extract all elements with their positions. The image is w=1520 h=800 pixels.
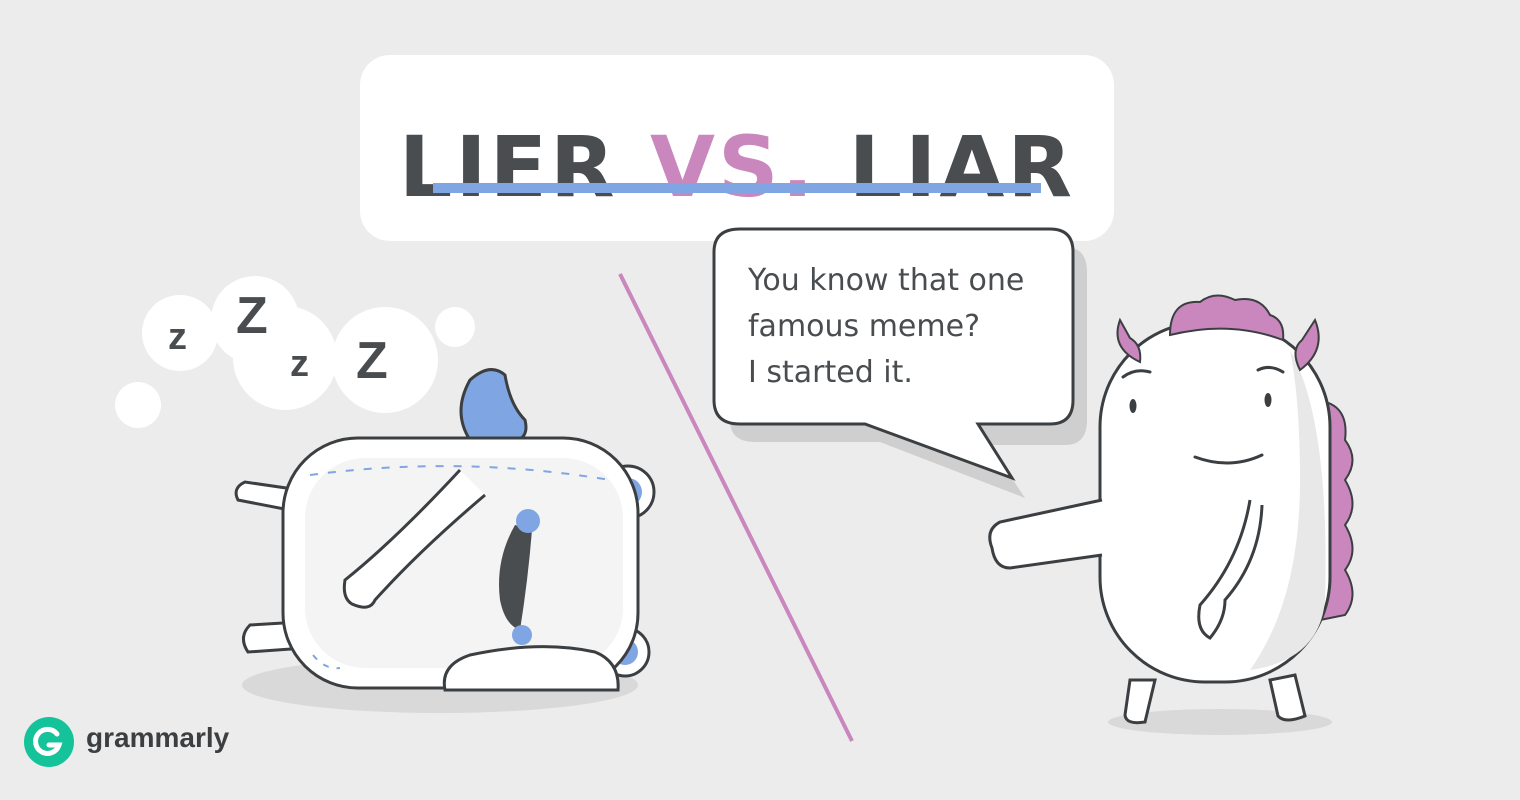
speech-line-1: You know that one bbox=[748, 263, 1025, 298]
sleep-letter-1: z bbox=[168, 316, 187, 358]
brand-name: grammarly bbox=[86, 722, 230, 753]
sleep-letter-3: z bbox=[290, 343, 309, 385]
scene-artwork bbox=[115, 227, 1354, 742]
sleep-letter-2: Z bbox=[236, 287, 268, 345]
speech-line-2: famous meme? bbox=[748, 309, 980, 344]
grammarly-logo-icon bbox=[24, 717, 74, 767]
sleep-letter-4: Z bbox=[356, 332, 388, 390]
sleeping-monster bbox=[234, 368, 656, 713]
speech-text: You know that one famous meme? I started… bbox=[748, 258, 1058, 396]
illustration-canvas: LIER VS. LIAR You know that one famous m… bbox=[0, 0, 1520, 800]
speech-line-3: I started it. bbox=[748, 355, 913, 390]
